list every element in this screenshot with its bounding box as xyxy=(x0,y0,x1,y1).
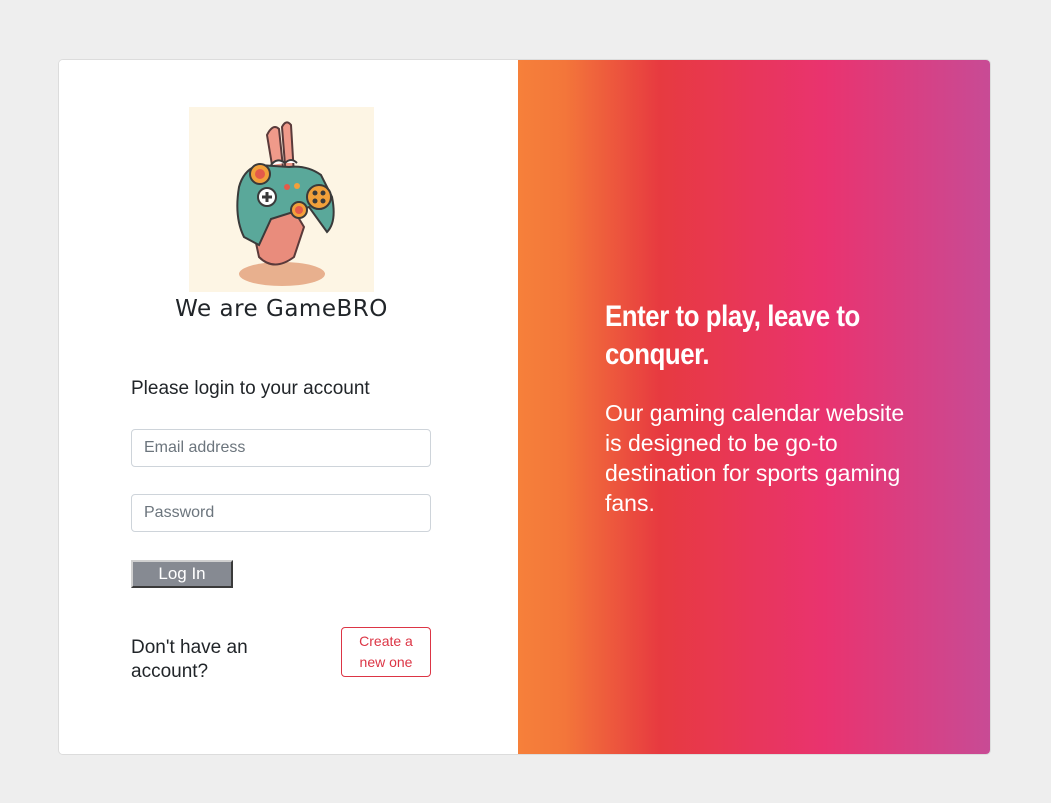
email-field[interactable] xyxy=(131,429,431,467)
login-panel: We are GameBRO Please login to your acco… xyxy=(59,60,518,754)
password-field[interactable] xyxy=(131,494,431,532)
hero-headline: Enter to play, leave to conquer. xyxy=(605,300,860,371)
login-prompt: Please login to your account xyxy=(131,378,370,399)
hero-tagline: Our gaming calendar website is designed … xyxy=(605,400,905,516)
create-account-button[interactable]: Create a new one xyxy=(341,627,431,677)
login-card: We are GameBRO Please login to your acco… xyxy=(58,59,991,755)
gamepad-hand-icon xyxy=(189,107,374,292)
hero-panel: Enter to play, leave to conquer. Our gam… xyxy=(518,60,990,754)
no-account-text: Don't have an account? xyxy=(131,637,248,682)
brand-title: We are GameBRO xyxy=(175,296,388,322)
login-button[interactable]: Log In xyxy=(131,560,233,588)
